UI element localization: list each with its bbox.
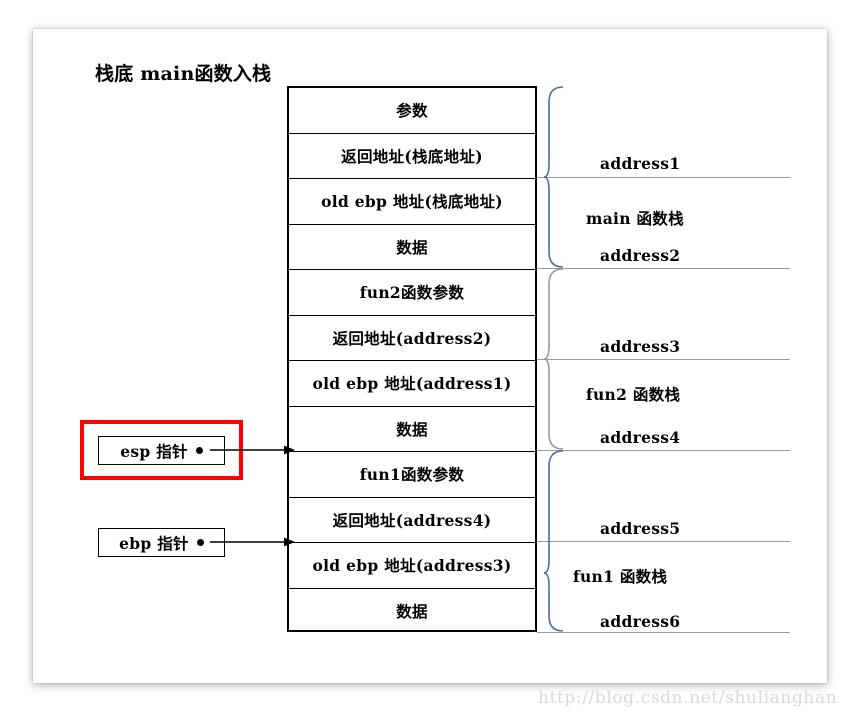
table-row: 返回地址(address4) [289,498,535,543]
brace-main-stack [543,86,569,268]
address-label-5: address5 [600,519,681,538]
brace-fun2-stack [543,268,569,450]
watermark: http://blog.csdn.net/shulianghan [538,688,838,708]
section-line-address1 [537,177,790,178]
esp-pointer-arrow [210,445,295,455]
address-label-6: address6 [600,612,681,631]
ebp-pointer-dot [196,539,204,546]
brace-fun1-stack [543,450,569,632]
frame-label-main: main 函数栈 [586,209,684,228]
table-row: 返回地址(栈底地址) [289,134,535,179]
table-row: old ebp 地址(address1) [289,361,535,407]
esp-pointer-box[interactable]: esp 指针 [98,436,225,465]
stack-frame-table: 参数 返回地址(栈底地址) old ebp 地址(栈底地址) 数据 fun2函数… [287,86,537,632]
stack-row-label: 返回地址(栈底地址) [341,146,483,166]
table-row: 参数 [289,88,535,134]
stack-row-label: old ebp 地址(address3) [312,556,512,576]
stack-row-label: 参数 [396,101,428,121]
ebp-pointer-box[interactable]: ebp 指针 [98,528,225,557]
stack-row-label: 返回地址(address4) [332,510,492,530]
stack-row-label: 数据 [396,419,428,439]
frame-label-fun2: fun2 函数栈 [586,385,681,404]
table-row: 返回地址(address2) [289,316,535,361]
address-label-3: address3 [600,337,681,356]
frame-label-fun1: fun1 函数栈 [573,567,668,586]
ebp-pointer-label: ebp 指针 [119,533,189,553]
stack-row-label: old ebp 地址(address1) [312,374,512,394]
ebp-pointer-arrow [210,537,295,547]
table-row: 数据 [289,407,535,452]
stack-row-label: fun2函数参数 [359,283,465,303]
table-row: 数据 [289,225,535,270]
table-row: old ebp 地址(栈底地址) [289,179,535,225]
stack-row-label: old ebp 地址(栈底地址) [321,192,503,212]
address-label-2: address2 [600,246,681,265]
stack-row-label: 数据 [396,602,428,622]
table-row: fun2函数参数 [289,270,535,316]
section-line-address5 [537,541,790,542]
stack-row-label: 数据 [396,237,428,257]
esp-pointer-label: esp 指针 [120,441,188,461]
section-line-address4 [537,450,790,451]
address-label-1: address1 [600,154,681,173]
address-label-4: address4 [600,428,681,447]
section-line-address3 [537,359,790,360]
esp-pointer-dot [195,447,203,454]
table-row: 数据 [289,589,535,635]
stack-row-label: fun1函数参数 [359,465,465,485]
table-row: fun1函数参数 [289,452,535,498]
table-row: old ebp 地址(address3) [289,543,535,589]
section-line-address6 [537,632,790,633]
stack-row-label: 返回地址(address2) [332,328,492,348]
section-line-address2 [537,268,790,269]
diagram-title: 栈底 main函数入栈 [95,63,272,85]
